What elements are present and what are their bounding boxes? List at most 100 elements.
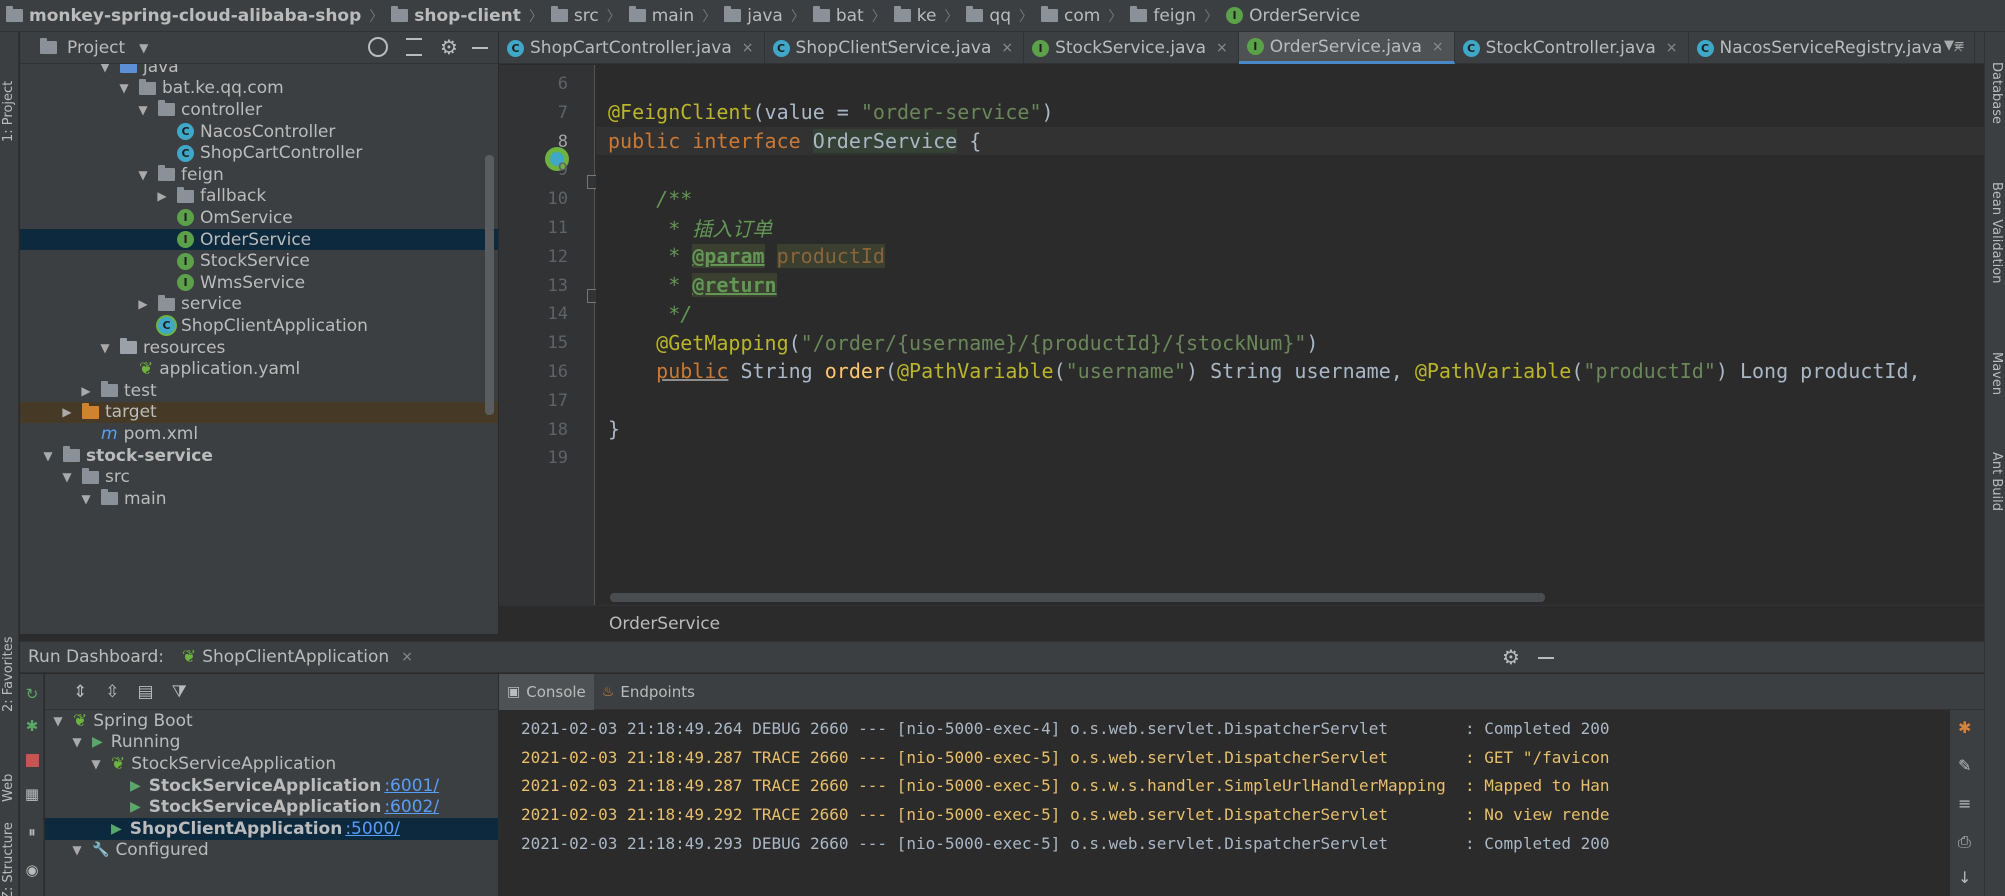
project-tree-item[interactable]: I OmService (20, 207, 498, 229)
project-tree-item[interactable]: ▼ src (20, 466, 498, 488)
project-tree-item[interactable]: ▶ test (20, 380, 498, 402)
ant-build-tool-button[interactable]: Ant Build (1989, 452, 2004, 511)
collapse-all-icon[interactable] (406, 38, 422, 56)
collapsed-arrow-icon[interactable]: ▶ (60, 405, 74, 419)
expanded-arrow-icon[interactable]: ▼ (70, 843, 84, 857)
clear-console-icon[interactable]: ✎ (1958, 756, 1971, 775)
editor-tab[interactable]: C ShopCartController.java × (499, 32, 765, 64)
expanded-arrow-icon[interactable]: ▼ (117, 81, 131, 95)
web-tool-button[interactable]: Web (1, 774, 16, 802)
project-tree-item[interactable]: I WmsService (20, 272, 498, 294)
project-tree-item[interactable]: ▼ bat.ke.qq.com (20, 78, 498, 100)
code-line[interactable]: @GetMapping("/order/{username}/{productI… (608, 328, 1318, 357)
project-view-dropdown-icon[interactable]: ▼ (139, 41, 148, 55)
scroll-end-icon[interactable]: ✱ (1958, 718, 1971, 737)
breadcrumb-item[interactable]: java (724, 6, 783, 26)
breadcrumb-item[interactable]: com (1041, 6, 1100, 26)
hide-panel-icon[interactable] (472, 47, 488, 49)
project-tree-item[interactable]: ❦ application.yaml (20, 358, 498, 380)
collapse-all-run-icon[interactable]: ⇳ (105, 682, 119, 702)
project-tree-item[interactable]: I OrderService (20, 228, 498, 251)
project-tree-item[interactable]: ▼ feign (20, 164, 498, 186)
editor-tab[interactable]: C ShopClientService.java × (765, 32, 1025, 64)
pause-icon[interactable]: ⏸ (24, 823, 40, 841)
run-tree-item[interactable]: ▶ ShopClientApplication:5000/ (45, 818, 498, 840)
console-tab[interactable]: ▣ Console (499, 673, 594, 710)
camera-icon[interactable]: ◉ (24, 861, 40, 879)
breadcrumb-item[interactable]: I OrderService (1226, 6, 1360, 26)
editor-tab[interactable]: I OrderService.java × (1238, 32, 1455, 64)
collapsed-arrow-icon[interactable]: ▶ (155, 189, 169, 203)
locate-file-icon[interactable] (368, 37, 388, 57)
breadcrumb-item[interactable]: src (550, 6, 599, 26)
code-line[interactable]: * @param productId (608, 242, 885, 271)
project-tree-item[interactable]: ▼ resources (20, 337, 498, 359)
editor-horizontal-scrollbar[interactable] (610, 593, 1545, 602)
code-line[interactable]: public interface OrderService { (608, 127, 981, 156)
expand-all-icon[interactable]: ⇕ (73, 682, 87, 702)
close-tab-icon[interactable]: × (742, 40, 754, 56)
run-hide-panel-icon[interactable] (1538, 657, 1554, 659)
expanded-arrow-icon[interactable]: ▼ (60, 470, 74, 484)
breadcrumb-item[interactable]: ke (893, 6, 936, 26)
close-tab-icon[interactable]: × (1666, 40, 1678, 56)
collapsed-arrow-icon[interactable]: ▶ (136, 297, 150, 311)
expanded-arrow-icon[interactable]: ▼ (98, 341, 112, 355)
collapsed-arrow-icon[interactable]: ▶ (79, 384, 93, 398)
expanded-arrow-icon[interactable]: ▼ (70, 735, 84, 749)
filter-icon[interactable]: ⧩ (172, 682, 187, 702)
expanded-arrow-icon[interactable]: ▼ (51, 714, 65, 728)
run-settings-gear-icon[interactable]: ⚙ (1502, 645, 1520, 669)
breadcrumb-item[interactable]: monkey-spring-cloud-alibaba-shop (6, 6, 361, 26)
rerun-icon[interactable]: ↻ (24, 685, 40, 703)
breadcrumb-item[interactable]: bat (812, 6, 864, 26)
project-tree-item[interactable]: ▶ fallback (20, 186, 498, 208)
project-tree-item[interactable]: ▼ main (20, 488, 498, 510)
database-tool-button[interactable]: Database (1989, 62, 2004, 124)
code-line[interactable]: /** (608, 184, 692, 213)
tab-overflow-icon[interactable]: ▼≡ (1944, 38, 1965, 53)
breadcrumb-item[interactable]: qq (966, 6, 1011, 26)
expanded-arrow-icon[interactable]: ▼ (136, 168, 150, 182)
print-icon[interactable]: ⎙ (1958, 832, 1971, 852)
layout-icon[interactable]: ▦ (24, 785, 40, 803)
stop-icon[interactable] (24, 752, 40, 768)
code-line[interactable]: } (608, 415, 620, 444)
run-tree-item[interactable]: ▼ ▶ Running (45, 732, 498, 754)
code-line[interactable]: */ (608, 299, 692, 328)
editor-tab[interactable]: C StockController.java × (1455, 32, 1689, 64)
code-line[interactable]: public String order(@PathVariable("usern… (608, 357, 1920, 386)
breadcrumb-item[interactable]: shop-client (391, 6, 521, 26)
run-tree-item[interactable]: ▼ ❦ StockServiceApplication (45, 753, 498, 775)
editor-footer-label[interactable]: OrderService (609, 614, 720, 634)
soft-wrap-icon[interactable]: ≡ (1958, 794, 1971, 813)
run-tree-item[interactable]: ▼ ❦ Spring Boot (45, 710, 498, 732)
project-tree-item[interactable]: I StockService (20, 250, 498, 272)
expanded-arrow-icon[interactable]: ▼ (79, 492, 93, 506)
group-icon[interactable]: ▤ (138, 682, 154, 702)
breadcrumb-item[interactable]: main (628, 6, 694, 26)
scroll-down-icon[interactable]: ↓ (1958, 868, 1971, 887)
project-tree-item[interactable]: ▶ target (20, 401, 498, 424)
editor-tab[interactable]: C NacosServiceRegistry.java × (1689, 32, 1976, 64)
run-tree-item[interactable]: ▼ 🔧 Configured (45, 840, 498, 862)
code-line[interactable]: * 插入订单 (608, 213, 772, 242)
settings-gear-icon[interactable]: ⚙ (440, 35, 458, 59)
expanded-arrow-icon[interactable]: ▼ (136, 103, 150, 117)
breadcrumb-item[interactable]: feign (1130, 6, 1196, 26)
run-tree-item[interactable]: ▶ StockServiceApplication:6002/ (45, 796, 498, 818)
console-output[interactable]: 2021-02-03 21:18:49.264 DEBUG 2660 --- [… (499, 710, 1949, 896)
expanded-arrow-icon[interactable]: ▼ (98, 64, 112, 74)
maven-tool-button[interactable]: Maven (1989, 352, 2004, 395)
project-tree-item[interactable]: ▼ stock-service (20, 445, 498, 467)
bean-validation-tool-button[interactable]: Bean Validation (1989, 182, 2004, 283)
debug-icon[interactable]: ✱ (24, 717, 40, 735)
project-panel-title[interactable]: Project (67, 38, 125, 58)
editor-tab[interactable]: I StockService.java × (1024, 32, 1239, 64)
project-tool-button[interactable]: 1: Project (1, 81, 16, 142)
code-line[interactable]: * @return (608, 271, 777, 300)
expanded-arrow-icon[interactable]: ▼ (41, 449, 55, 463)
run-tree-item[interactable]: ▶ StockServiceApplication:6001/ (45, 775, 498, 797)
run-port-link[interactable]: :6001/ (384, 776, 439, 796)
expanded-arrow-icon[interactable]: ▼ (89, 757, 103, 771)
